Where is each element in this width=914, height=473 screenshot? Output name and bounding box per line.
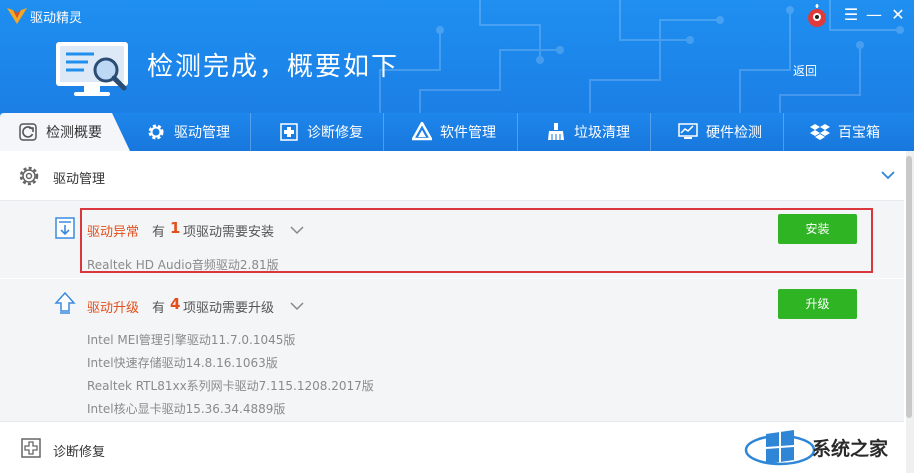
upgrade-arrow-icon — [54, 291, 76, 314]
tab-diagnose-repair[interactable]: 诊断修复 — [279, 113, 363, 151]
upgrade-suffix: 项驱动需要升级 — [183, 301, 275, 316]
menu-icon[interactable]: ☰ — [839, 2, 863, 28]
chevron-down-icon[interactable] — [880, 168, 896, 182]
driver-upgrade-title: 驱动升级 — [87, 301, 140, 316]
circuit-decoration — [379, 0, 904, 113]
section-title: 驱动管理 — [53, 172, 106, 187]
tab-software-management-label: 软件管理 — [440, 125, 496, 141]
tab-junk-cleanup-label: 垃圾清理 — [574, 125, 630, 141]
refresh-icon — [19, 123, 37, 141]
tab-divider — [650, 113, 651, 151]
install-driver-icon — [55, 217, 75, 239]
tab-divider — [250, 113, 251, 151]
upgrade-driver-item: Intel快速存储驱动14.8.16.1063版 — [87, 356, 278, 370]
gear-icon — [19, 166, 39, 186]
driver-genius-window: 驱动精灵 ☰ — ✕ 检测完成，概要如下 返回 检测概要 驱动管理 诊断修复 软… — [0, 0, 914, 473]
header-banner: 驱动精灵 ☰ — ✕ 检测完成，概要如下 返回 — [0, 0, 914, 113]
page-headline: 检测完成，概要如下 — [147, 52, 400, 82]
tab-hardware-check-label: 硬件检测 — [706, 125, 762, 141]
monitor-scan-icon — [56, 42, 128, 96]
tab-overview[interactable]: 检测概要 — [18, 113, 102, 151]
chevron-down-icon[interactable] — [290, 301, 304, 311]
broom-icon — [548, 123, 564, 140]
upgrade-driver-item: Realtek RTL81xx系列网卡驱动7.115.1208.2017版 — [87, 379, 374, 393]
upgrade-prefix: 有 — [152, 301, 166, 316]
upgrade-driver-item: Intel MEI管理引擎驱动11.7.0.1045版 — [87, 333, 296, 347]
upgrade-button[interactable]: 升级 — [778, 289, 857, 319]
tab-divider — [383, 113, 384, 151]
tab-overview-label: 检测概要 — [46, 125, 102, 141]
app-logo-icon — [7, 8, 27, 24]
tab-driver-management-label: 驱动管理 — [174, 125, 230, 141]
tab-junk-cleanup[interactable]: 垃圾清理 — [546, 113, 630, 151]
tab-toolbox-label: 百宝箱 — [838, 125, 880, 141]
app-title: 驱动精灵 — [30, 11, 83, 26]
back-link[interactable]: 返回 — [793, 62, 817, 79]
driver-management-section-header[interactable]: 驱动管理 — [0, 151, 904, 201]
dropbox-icon — [810, 124, 830, 140]
medical-plus-icon — [21, 438, 41, 458]
mascot-icon[interactable] — [806, 4, 828, 28]
driver-upgrade-panel: 驱动升级 有 4 项驱动需要升级 Intel MEI管理引擎驱动11.7.0.1… — [0, 279, 904, 421]
watermark-text: 系统之家 — [812, 438, 889, 460]
tab-divider — [517, 113, 518, 151]
tab-divider — [783, 113, 784, 151]
monitor-chart-icon — [678, 123, 698, 139]
tab-toolbox[interactable]: 百宝箱 — [810, 113, 880, 151]
minimize-icon[interactable]: — — [862, 2, 886, 28]
tab-software-management[interactable]: 软件管理 — [412, 113, 496, 151]
upgrade-driver-item: Intel核心显卡驱动15.36.34.4889版 — [87, 402, 286, 416]
scrollbar-thumb[interactable] — [906, 156, 912, 418]
highlight-box — [80, 208, 873, 273]
close-icon[interactable]: ✕ — [886, 2, 910, 28]
tab-driver-management[interactable]: 驱动管理 — [146, 113, 230, 151]
tab-diagnose-repair-label: 诊断修复 — [307, 125, 363, 141]
tab-hardware-check[interactable]: 硬件检测 — [678, 113, 762, 151]
medical-plus-icon — [280, 123, 298, 141]
triangle-app-icon — [412, 122, 432, 141]
gear-icon — [148, 124, 164, 140]
upgrade-count: 4 — [170, 295, 181, 313]
diagnose-repair-title: 诊断修复 — [53, 445, 106, 460]
